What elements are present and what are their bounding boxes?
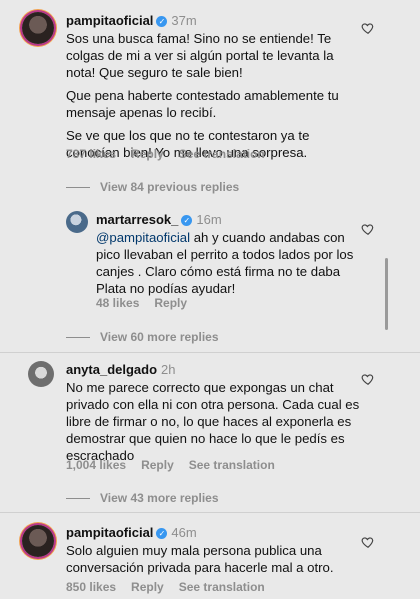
see-translation-button[interactable]: See translation xyxy=(179,147,265,161)
view-replies-button[interactable]: View 43 more replies xyxy=(66,491,219,505)
username[interactable]: pampitaoficial xyxy=(66,525,153,540)
avatar[interactable] xyxy=(28,361,54,387)
reply-button[interactable]: Reply xyxy=(141,458,174,472)
reply-button[interactable]: Reply xyxy=(131,147,164,161)
divider xyxy=(0,352,420,353)
likes-count[interactable]: 1,004 likes xyxy=(66,458,126,472)
username[interactable]: pampitaoficial xyxy=(66,13,153,28)
likes-count[interactable]: 737 likes xyxy=(66,147,116,161)
see-translation-button[interactable]: See translation xyxy=(189,458,275,472)
verified-icon: ✓ xyxy=(156,528,168,539)
view-replies-button[interactable]: View 84 previous replies xyxy=(66,180,239,194)
comment-text: Solo alguien muy mala persona publica un… xyxy=(66,543,334,575)
view-replies-button[interactable]: View 60 more replies xyxy=(66,330,219,344)
timestamp: 46m xyxy=(171,525,197,540)
reply-button[interactable]: Reply xyxy=(154,296,187,310)
avatar[interactable] xyxy=(66,211,88,233)
avatar[interactable] xyxy=(22,12,54,44)
comment-text: @pampitaoficial ah y cuando andabas con … xyxy=(96,230,354,296)
scrollbar[interactable] xyxy=(385,258,388,330)
timestamp: 37m xyxy=(171,13,197,28)
heart-icon[interactable] xyxy=(361,372,375,386)
avatar[interactable] xyxy=(22,525,54,557)
likes-count[interactable]: 48 likes xyxy=(96,296,139,310)
username[interactable]: martarresok_ xyxy=(96,212,178,227)
timestamp: 16m xyxy=(196,212,222,227)
likes-count[interactable]: 850 likes xyxy=(66,580,116,594)
timestamp: 2h xyxy=(161,362,176,377)
divider xyxy=(0,512,420,513)
see-translation-button[interactable]: See translation xyxy=(179,580,265,594)
comment-text: No me parece correcto que expongas un ch… xyxy=(66,380,360,463)
mention-link[interactable]: @pampitaoficial xyxy=(96,230,190,245)
username[interactable]: anyta_delgado xyxy=(66,362,157,377)
heart-icon[interactable] xyxy=(361,535,375,549)
verified-icon: ✓ xyxy=(156,16,168,27)
reply-button[interactable]: Reply xyxy=(131,580,164,594)
verified-icon: ✓ xyxy=(181,215,193,226)
